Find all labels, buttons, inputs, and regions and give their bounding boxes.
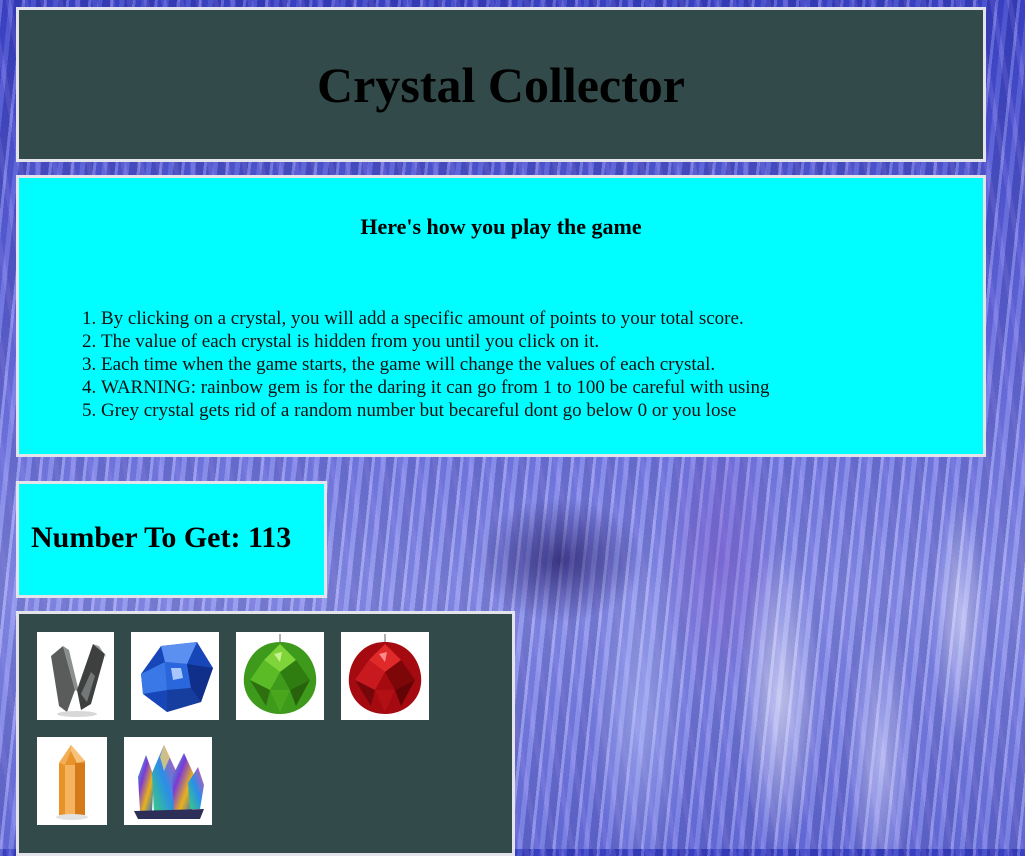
rules-list: By clicking on a crystal, you will add a… [81,307,770,422]
target-number: Number To Get: 113 [31,521,292,554]
blue-crystal-icon [131,632,219,720]
grey-crystal-icon [37,632,114,720]
rule-item: WARNING: rainbow gem is for the daring i… [101,376,770,399]
grey-crystal-button[interactable] [37,632,114,720]
instructions-heading: Here's how you play the game [360,214,642,239]
red-crystal-button[interactable] [341,632,429,720]
title-banner: Crystal Collector [16,7,986,162]
rule-item: The value of each crystal is hidden from… [101,330,770,353]
page-title: Crystal Collector [317,56,685,113]
green-crystal-button[interactable] [236,632,324,720]
target-number-panel: Number To Get: 113 [16,481,327,598]
rule-item: Grey crystal gets rid of a random number… [101,399,770,422]
rule-item: Each time when the game starts, the game… [101,353,770,376]
orange-crystal-icon [37,737,107,825]
green-crystal-icon [236,632,324,720]
orange-crystal-button[interactable] [37,737,107,825]
instructions-panel: Here's how you play the game By clicking… [16,175,986,457]
rainbow-crystal-button[interactable] [124,737,212,825]
rainbow-crystal-icon [124,737,212,825]
red-crystal-icon [341,632,429,720]
blue-crystal-button[interactable] [131,632,219,720]
rule-item: By clicking on a crystal, you will add a… [101,307,770,330]
crystal-panel [16,611,515,856]
